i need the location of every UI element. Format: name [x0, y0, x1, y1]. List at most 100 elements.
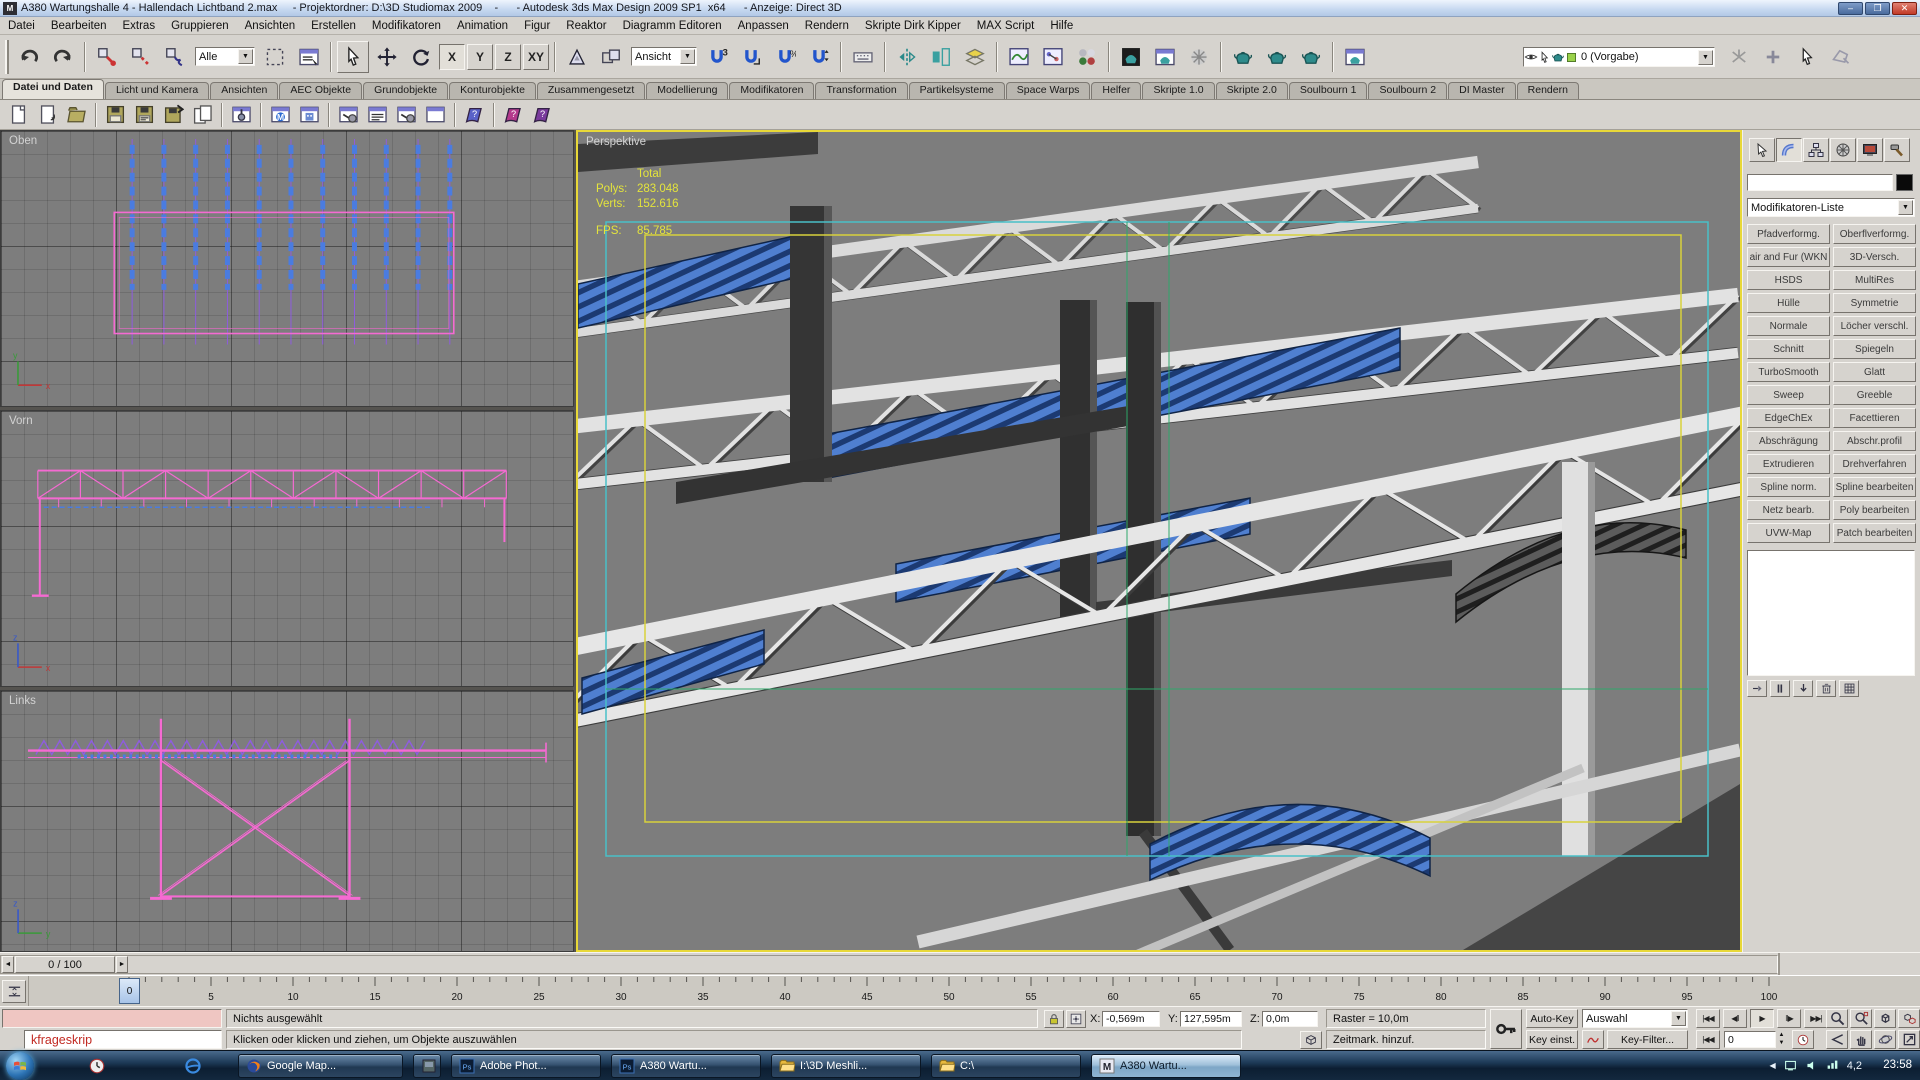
zoom-extents-all-button[interactable] [1898, 1009, 1920, 1028]
absolute-mode-button[interactable] [1066, 1010, 1086, 1028]
modifier-button-abschr-profil[interactable]: Abschr.profil [1833, 431, 1916, 451]
rendered-frame-window-icon[interactable] [1149, 41, 1181, 73]
poly-select-icon[interactable] [1825, 41, 1857, 73]
x-coord-field[interactable]: -0,569m [1102, 1011, 1160, 1027]
viewport-top-label[interactable]: Oben [9, 135, 37, 147]
open-file-icon[interactable] [63, 102, 90, 128]
commandpanel-tab-modify[interactable] [1776, 138, 1802, 162]
zoom-all-button[interactable] [1850, 1009, 1872, 1028]
viewport-left[interactable]: Links y z [0, 690, 574, 952]
modifier-button-extrudieren[interactable]: Extrudieren [1747, 454, 1830, 474]
shelf-tab-helfer[interactable]: Helfer [1091, 82, 1141, 99]
menu-ansichten[interactable]: Ansichten [237, 19, 304, 33]
quicklaunch-timer-icon[interactable] [88, 1057, 106, 1075]
modifier-button-patch-bearbeiten[interactable]: Patch bearbeiten [1833, 523, 1916, 543]
minimize-button[interactable]: – [1838, 2, 1863, 15]
viewport-front-label[interactable]: Vorn [9, 415, 33, 427]
modifier-button-abschr-gung[interactable]: Abschrägung [1747, 431, 1830, 451]
shelf-tab-licht-und-kamera[interactable]: Licht und Kamera [105, 82, 209, 99]
modifier-button-spiegeln[interactable]: Spiegeln [1833, 339, 1916, 359]
reference-coords-dropdown[interactable]: Ansicht▼ [631, 47, 697, 66]
menu-anpassen[interactable]: Anpassen [730, 19, 797, 33]
goto-start-button[interactable]: |◀◀ [1696, 1030, 1720, 1049]
keyboard-override-icon[interactable] [847, 41, 879, 73]
modifier-button-h-lle[interactable]: Hülle [1747, 293, 1830, 313]
time-tag-cube-button[interactable] [1300, 1031, 1322, 1049]
rect-selection-region-icon[interactable] [259, 41, 291, 73]
select-and-link-icon[interactable] [91, 41, 123, 73]
prev-key-button[interactable]: ◀‖ [1723, 1009, 1747, 1028]
menu-max-script[interactable]: MAX Script [969, 19, 1043, 33]
pin-stack-button[interactable] [1747, 680, 1767, 697]
menu-figur[interactable]: Figur [516, 19, 558, 33]
chevron-down-icon[interactable]: ▼ [238, 49, 253, 64]
modifier-button-schnitt[interactable]: Schnitt [1747, 339, 1830, 359]
zoom-extents-button[interactable] [1874, 1009, 1896, 1028]
modifier-stack-list[interactable] [1747, 550, 1915, 676]
commandpanel-tab-display[interactable] [1857, 138, 1883, 162]
snap-3d-icon[interactable]: 3 [701, 41, 733, 73]
radiosity-icon[interactable] [1183, 41, 1215, 73]
time-tag[interactable]: Zeitmark. hinzuf. [1326, 1030, 1486, 1049]
menu-bearbeiten[interactable]: Bearbeiten [43, 19, 115, 33]
taskbar-button-app[interactable] [413, 1054, 441, 1078]
key-filters-button[interactable]: Key-Filter... [1607, 1030, 1688, 1049]
y-coord-field[interactable]: 127,595m [1180, 1011, 1242, 1027]
shelf-tab-di-master[interactable]: DI Master [1448, 82, 1516, 99]
viewport-perspective[interactable]: Perspektive Total Polys: 283.048 Verts: … [576, 130, 1742, 952]
menu-hilfe[interactable]: Hilfe [1042, 19, 1081, 33]
menu-datei[interactable]: Datei [0, 19, 43, 33]
chevron-down-icon[interactable]: ▼ [1698, 50, 1713, 65]
modifier-button-sweep[interactable]: Sweep [1747, 385, 1830, 405]
current-frame-field[interactable]: 0 [1724, 1031, 1776, 1048]
modifier-button-spline-norm-[interactable]: Spline norm. [1747, 477, 1830, 497]
select-rotate-icon[interactable] [405, 41, 437, 73]
make-unique-button[interactable] [1793, 680, 1813, 697]
go-start-button[interactable]: |◀◀ [1696, 1009, 1720, 1028]
x-constraint-button[interactable]: X [439, 44, 465, 70]
title-bar[interactable]: M A380 Wartungshalle 4 - Hallendach Lich… [0, 0, 1920, 17]
xy-constraint-button[interactable]: XY [523, 44, 549, 70]
modifier-button-3d-versch-[interactable]: 3D-Versch. [1833, 247, 1916, 267]
commandpanel-tab-motion[interactable] [1830, 138, 1856, 162]
render-last-icon[interactable] [1339, 41, 1371, 73]
quicklaunch-ie-icon[interactable] [184, 1057, 202, 1075]
select-object-icon[interactable] [337, 41, 369, 73]
file-viewer-icon[interactable] [296, 102, 323, 128]
object-name-field[interactable] [1747, 174, 1893, 191]
new-window-icon[interactable] [422, 102, 449, 128]
chevron-down-icon[interactable]: ▼ [680, 49, 695, 64]
mini-curve-editor-button[interactable] [2, 980, 26, 1003]
pan-button[interactable] [1850, 1030, 1872, 1049]
modifier-button-uvw-map[interactable]: UVW-Map [1747, 523, 1830, 543]
menu-diagramm-editoren[interactable]: Diagramm Editoren [615, 19, 730, 33]
configure-modifier-sets-button[interactable] [1839, 680, 1859, 697]
commandpanel-tab-utilities[interactable] [1884, 138, 1910, 162]
taskbar-button-c-[interactable]: C:\ [931, 1054, 1081, 1078]
shelf-tab-zusammengesetzt[interactable]: Zusammengesetzt [537, 82, 645, 99]
viewport-front[interactable]: Vorn x z [0, 410, 574, 687]
curve-editor-icon[interactable] [1003, 41, 1035, 73]
render-iterative-icon[interactable] [1295, 41, 1327, 73]
help-reference-icon[interactable]: ? [461, 102, 488, 128]
angle-snap-icon[interactable] [735, 41, 767, 73]
add-icon[interactable] [1757, 41, 1789, 73]
commandpanel-tab-create[interactable] [1749, 138, 1775, 162]
close-button[interactable]: ✕ [1892, 2, 1917, 15]
modifier-button-poly-bearbeiten[interactable]: Poly bearbeiten [1833, 500, 1916, 520]
maximize-viewport-button[interactable] [1898, 1030, 1920, 1049]
next-frame-button[interactable]: ► [116, 956, 128, 973]
schematic-view-icon[interactable] [1037, 41, 1069, 73]
chevron-down-icon[interactable]: ▼ [1898, 200, 1913, 215]
align-icon[interactable] [925, 41, 957, 73]
selection-set-dropdown[interactable]: Auswahl ▼ [1582, 1009, 1688, 1028]
shelf-tab-partikelsysteme[interactable]: Partikelsysteme [909, 82, 1005, 99]
z-constraint-button[interactable]: Z [495, 44, 521, 70]
shelf-tab-modifikatoren[interactable]: Modifikatoren [729, 82, 814, 99]
save-file-icon[interactable] [102, 102, 129, 128]
tray-chevron-icon[interactable]: ◀ [1770, 1061, 1776, 1070]
menu-gruppieren[interactable]: Gruppieren [163, 19, 237, 33]
modifier-button-oberflverformg-[interactable]: Oberflverformg. [1833, 224, 1916, 244]
file-list-icon[interactable] [364, 102, 391, 128]
shelf-tab-datei-und-daten[interactable]: Datei und Daten [2, 79, 104, 99]
